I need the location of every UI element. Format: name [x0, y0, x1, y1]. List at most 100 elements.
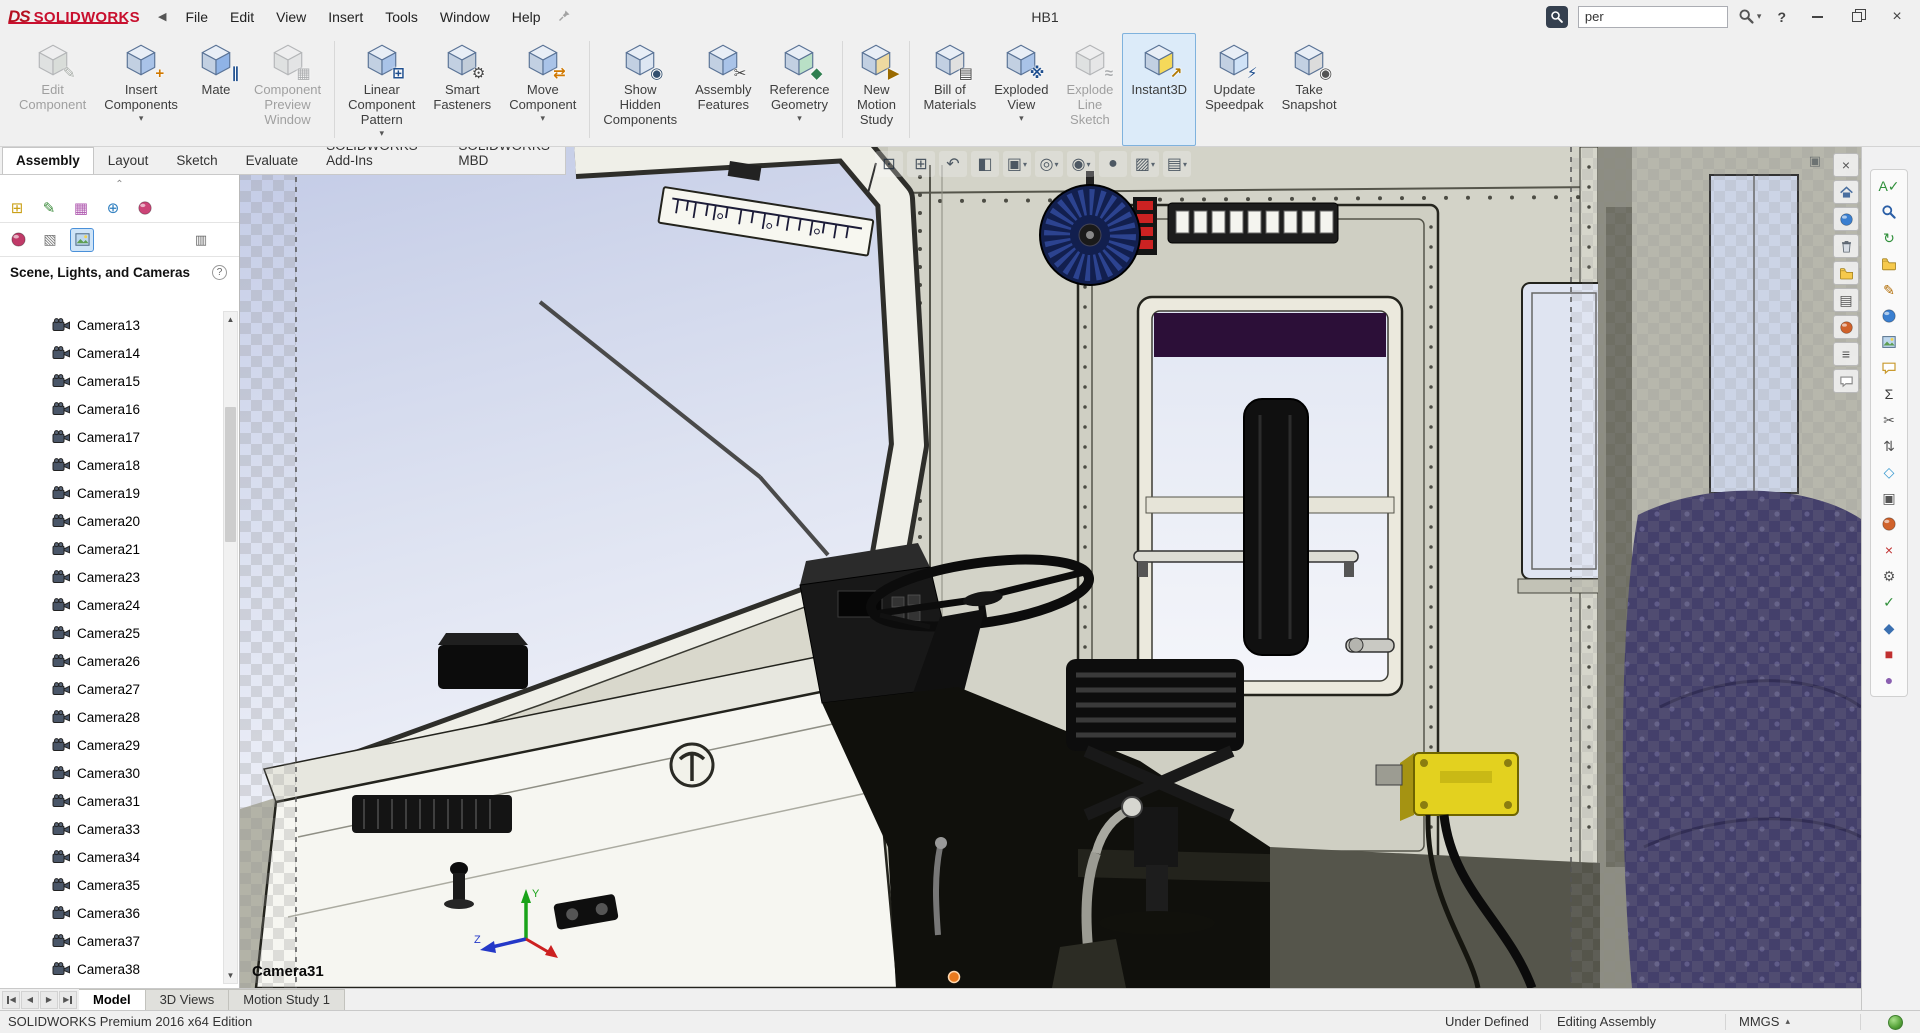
help-button[interactable]: ? — [1771, 9, 1792, 25]
camera-item[interactable]: Camera34 — [0, 843, 222, 871]
dropdown-caret[interactable]: ▾ — [1151, 160, 1155, 169]
display-pane-toggle-icon[interactable]: ▥ — [191, 231, 211, 249]
panel-help-icon[interactable]: ? — [212, 264, 227, 280]
folder-icon[interactable] — [1833, 261, 1859, 285]
ribbon-button-take-snapshot[interactable]: ◉ Take Snapshot — [1273, 33, 1346, 146]
ribbon-button-insert-components[interactable]: + Insert Components ▾ — [95, 33, 187, 146]
zoom-to-area-icon[interactable]: ⊞ — [907, 151, 935, 177]
camera-item[interactable]: Camera37 — [0, 927, 222, 955]
bottom-tab-motion-study-1[interactable]: Motion Study 1 — [229, 989, 345, 1010]
section-view-icon[interactable]: ◧ — [971, 151, 999, 177]
equations-icon[interactable]: Σ — [1874, 382, 1904, 406]
camera-item[interactable]: Camera27 — [0, 675, 222, 703]
tab-sketch[interactable]: Sketch — [162, 147, 231, 174]
camera-item[interactable]: Camera19 — [0, 479, 222, 507]
menu-file[interactable]: File — [174, 0, 219, 33]
ribbon-button-update-speedpak[interactable]: ⚡ Update Speedpak — [1196, 33, 1273, 146]
featuremanager-tree-icon[interactable]: ⊞ — [6, 197, 28, 219]
close-icon[interactable]: × — [1833, 153, 1859, 177]
close-button[interactable]: × — [1882, 5, 1912, 29]
ribbon-button-linear-component-pattern[interactable]: ⊞ Linear Component Pattern ▾ — [339, 33, 424, 146]
camera-item[interactable]: Camera14 — [0, 339, 222, 367]
edit-note-icon[interactable]: ✎ — [1874, 278, 1904, 302]
menu-pin-icon[interactable] — [558, 9, 571, 25]
camera-item[interactable]: Camera13 — [0, 311, 222, 339]
camera-item[interactable]: Camera26 — [0, 647, 222, 675]
search-scope-icon[interactable] — [1545, 5, 1568, 28]
print-icon[interactable]: ▤ — [1833, 288, 1859, 312]
ribbon-button-reference-geometry[interactable]: ◆ Reference Geometry ▾ — [760, 33, 838, 146]
dropdown-caret[interactable]: ▾ — [797, 113, 802, 123]
previous-view-icon[interactable]: ↶ — [939, 151, 967, 177]
status-sphere-icon[interactable] — [1888, 1015, 1903, 1030]
scene-icon[interactable] — [1874, 330, 1904, 354]
edit-appearance-icon[interactable]: ● — [1099, 151, 1127, 177]
view-orientation-icon[interactable]: ▣ ▾ — [1003, 151, 1031, 177]
ribbon-button-assembly-features[interactable]: ✂ Assembly Features — [686, 33, 760, 146]
ribbon-button-new-motion-study[interactable]: ▶ New Motion Study — [847, 33, 905, 146]
search-icon[interactable] — [1874, 200, 1904, 224]
scroll-up-arrow[interactable]: ▲ — [224, 312, 237, 327]
view-settings-icon[interactable]: ▤ ▾ — [1163, 151, 1191, 177]
3d-model-view[interactable]: Y Z — [240, 147, 1861, 988]
menu-window[interactable]: Window — [429, 0, 501, 33]
menu-help[interactable]: Help — [501, 0, 552, 33]
world-icon[interactable] — [1833, 207, 1859, 231]
dropdown-caret[interactable]: ▾ — [139, 113, 144, 123]
camera-item[interactable]: Camera25 — [0, 619, 222, 647]
camera-item[interactable]: Camera31 — [0, 787, 222, 815]
camera-item[interactable]: Camera16 — [0, 395, 222, 423]
rotate-icon[interactable]: ⇅ — [1874, 434, 1904, 458]
ribbon-button-exploded-view[interactable]: ※ Exploded View ▾ — [985, 33, 1057, 146]
last-sheet-button[interactable]: ▶ — [59, 990, 77, 1009]
camera-item[interactable]: Camera30 — [0, 759, 222, 787]
scene-lights-cameras-icon[interactable] — [70, 227, 94, 252]
dropdown-caret[interactable]: ▾ — [1023, 160, 1027, 169]
delete-icon[interactable]: × — [1874, 538, 1904, 562]
zoom-fit-icon[interactable]: ⊡ — [875, 151, 903, 177]
camera-item[interactable]: Camera23 — [0, 563, 222, 591]
ribbon-button-show-hidden-components[interactable]: ◉ Show Hidden Components — [594, 33, 686, 146]
hide-show-items-icon[interactable]: ◉ ▾ — [1067, 151, 1095, 177]
open-folder-icon[interactable] — [1874, 252, 1904, 276]
delete-icon[interactable] — [1833, 234, 1859, 258]
camera-item[interactable]: Camera29 — [0, 731, 222, 759]
scrollbar-thumb[interactable] — [225, 407, 236, 542]
apply-scene-icon[interactable]: ▨ ▾ — [1131, 151, 1159, 177]
dropdown-caret[interactable]: ▾ — [1086, 160, 1090, 169]
camera-item[interactable]: Camera28 — [0, 703, 222, 731]
camera-item[interactable]: Camera38 — [0, 955, 222, 983]
panel-splitter-handle[interactable]: ⌃ — [0, 175, 239, 193]
configurationmanager-icon[interactable]: ▦ — [70, 197, 92, 219]
search-dropdown-caret[interactable]: ▾ — [1757, 11, 1762, 22]
spell-check-icon[interactable]: A✓ — [1874, 174, 1904, 198]
verify-icon[interactable]: ✓ — [1874, 590, 1904, 614]
bottom-tab-model[interactable]: Model — [79, 989, 146, 1010]
dropdown-caret[interactable]: ▾ — [380, 128, 385, 138]
appearances-icon[interactable] — [1874, 304, 1904, 328]
menu-view[interactable]: View — [265, 0, 317, 33]
camera-item[interactable]: Camera20 — [0, 507, 222, 535]
displaymanager-icon[interactable] — [134, 197, 156, 219]
units-dropdown[interactable]: MMGS ▴ — [1739, 1014, 1790, 1029]
camera-item[interactable]: Camera35 — [0, 871, 222, 899]
scroll-down-arrow[interactable]: ▼ — [224, 968, 237, 983]
tab-evaluate[interactable]: Evaluate — [232, 147, 313, 174]
dropdown-caret[interactable]: ▾ — [541, 113, 546, 123]
menu-collapse-arrow[interactable]: ◀ — [150, 10, 174, 23]
camera-item[interactable]: Camera21 — [0, 535, 222, 563]
search-button[interactable]: ▾ — [1738, 8, 1762, 25]
camera-item[interactable]: Camera18 — [0, 451, 222, 479]
tab-assembly[interactable]: Assembly — [2, 147, 94, 174]
restore-button[interactable] — [1842, 5, 1872, 29]
comment-icon[interactable] — [1874, 356, 1904, 380]
freeze-icon[interactable]: ◇ — [1874, 460, 1904, 484]
appearances-icon[interactable] — [6, 228, 30, 252]
copy-settings-icon[interactable]: ▣ — [1874, 486, 1904, 510]
search-input[interactable] — [1577, 5, 1728, 28]
trim-icon[interactable]: ✂ — [1874, 408, 1904, 432]
comment-icon[interactable] — [1833, 369, 1859, 393]
first-sheet-button[interactable]: ◀ — [2, 990, 20, 1009]
previous-sheet-button[interactable]: ◀ — [21, 990, 39, 1009]
ribbon-button-smart-fasteners[interactable]: ⚙ Smart Fasteners — [424, 33, 500, 146]
